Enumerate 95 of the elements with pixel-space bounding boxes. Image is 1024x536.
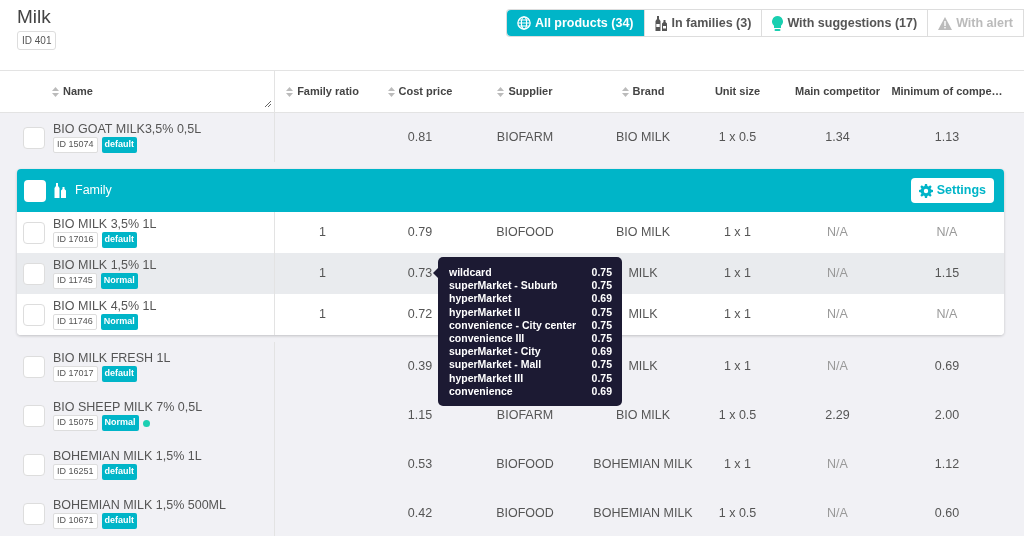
table-cell-text: 0.73 — [407, 265, 433, 283]
table-cell-text: 1 x 1 — [723, 456, 752, 474]
table-cell-text: 0.69 — [934, 358, 960, 376]
table-cell-text: BIOFOOD — [496, 456, 554, 474]
tooltip-label: superMarket - City — [449, 345, 541, 359]
table-cell-text: MILK — [628, 358, 658, 376]
tooltip-value: 0.75 — [591, 305, 612, 319]
product-id: ID 11745 — [53, 273, 97, 289]
product-name: BIO MILK 4,5% 1L — [53, 299, 157, 315]
family-label: Family — [75, 182, 112, 200]
table-cell-text: 2.29 — [825, 407, 850, 425]
table-cell-text: 1.12 — [934, 456, 960, 474]
product-id: ID 11746 — [53, 314, 97, 330]
product-name: BIO MILK 3,5% 1L — [53, 217, 157, 233]
table-cell-text: 1 x 1 — [723, 358, 752, 376]
product-name: BOHEMIAN MILK 1,5% 500ML — [53, 498, 226, 514]
status-tag: default — [101, 232, 138, 248]
table-cell-text: N/A — [827, 265, 848, 283]
table-cell-text: 1 x 1 — [723, 265, 752, 283]
table-cell-text: 1 x 1 — [723, 306, 752, 324]
product-name: BIO SHEEP MILK 7% 0,5L — [53, 400, 203, 416]
tooltip-label: convenience - City center — [449, 318, 577, 332]
table-cell-text: BIOFOOD — [496, 224, 554, 242]
tooltip-value: 0.75 — [591, 371, 612, 385]
table-cell-text: 1.34 — [825, 129, 850, 147]
table-cell-text: 0.60 — [934, 505, 960, 523]
table-cell-text: 0.72 — [407, 306, 433, 324]
table-cell-text: 0.81 — [407, 129, 433, 147]
table-cell-text: 1.15 — [934, 265, 960, 283]
table-cell-text: 0.42 — [407, 505, 433, 523]
page-title: Milk — [17, 6, 52, 28]
table-cell-text: N/A — [827, 224, 848, 242]
tooltip-value: 0.75 — [591, 279, 612, 293]
status-tag: default — [101, 366, 138, 382]
table-cell-text: 1.15 — [407, 407, 433, 425]
table-cell-text: 1 x 0.5 — [718, 505, 757, 523]
product-name: BOHEMIAN MILK 1,5% 1L — [53, 449, 202, 465]
table-cell-text: 1.13 — [934, 129, 960, 147]
table-cell-text: 1 — [319, 306, 326, 324]
status-tag: default — [101, 513, 138, 529]
table-cell-text: MILK — [628, 265, 658, 283]
table-cell-text: BIOFOOD — [496, 505, 554, 523]
table-cell-text: 1 x 0.5 — [718, 129, 757, 147]
tooltip-value: 0.69 — [591, 384, 612, 399]
table-cell-text: 1 x 0.5 — [718, 407, 757, 425]
product-name: BIO MILK 1,5% 1L — [53, 258, 157, 274]
table-cell-text: BIOFARM — [496, 407, 554, 425]
id-tag: ID 401 — [17, 31, 57, 50]
tooltip-label: hyperMarket II — [449, 305, 521, 319]
table-cell-text: MILK — [628, 306, 658, 324]
table-cell-text: BOHEMIAN MILK — [593, 456, 693, 474]
tooltip-value: 0.75 — [591, 332, 612, 346]
tooltip-label: superMarket - Mall — [449, 358, 542, 372]
tooltip-value: 0.75 — [591, 266, 612, 280]
table-cell-text: 0.53 — [407, 456, 433, 474]
table-cell-text: BIO MILK — [615, 129, 671, 147]
table-cell-text: BIOFARM — [496, 129, 554, 147]
table-cell-text: BOHEMIAN MILK — [593, 505, 693, 523]
product-id: ID 16251 — [53, 464, 98, 480]
table-cell-text: N/A — [936, 306, 958, 324]
product-id: ID 17016 — [53, 232, 98, 248]
status-tag: Normal — [101, 415, 139, 431]
table-cell-text: 1 — [319, 265, 326, 283]
table-cell-text: 1 — [319, 224, 326, 242]
table-cell-text: N/A — [827, 358, 848, 376]
tooltip-label: convenience — [449, 384, 513, 399]
table-cell-text: N/A — [827, 456, 848, 474]
status-tag: default — [101, 137, 138, 153]
tooltip-value: 0.75 — [591, 318, 612, 332]
status-tag: Normal — [100, 273, 138, 289]
tooltip-value: 0.69 — [591, 345, 612, 359]
product-id: ID 17017 — [53, 366, 98, 382]
tooltip-label: superMarket - Suburb — [449, 279, 558, 293]
status-tag: Normal — [100, 314, 138, 330]
table-cell-text: BIO MILK — [615, 224, 671, 242]
tooltip-label: hyperMarket III — [449, 371, 524, 385]
table-cell-text: BIO MILK — [615, 407, 671, 425]
tooltip-label: wildcard — [449, 266, 492, 280]
tooltip-label: hyperMarket — [449, 292, 512, 306]
table-cell-text: 2.00 — [934, 407, 960, 425]
product-id: ID 10671 — [53, 513, 98, 529]
product-name: BIO GOAT MILK3,5% 0,5L — [53, 122, 202, 138]
table-cell-text: 0.79 — [407, 224, 433, 242]
table-cell-text: N/A — [936, 224, 958, 242]
status-tag: default — [101, 464, 138, 480]
product-id: ID 15075 — [53, 415, 98, 431]
product-name: BIO MILK FRESH 1L — [53, 351, 171, 367]
table-cell-text: 0.39 — [407, 358, 433, 376]
table-cell-text: N/A — [827, 505, 848, 523]
product-id: ID 15074 — [53, 137, 98, 153]
tooltip-value: 0.75 — [591, 358, 612, 372]
table-cell-text: N/A — [827, 306, 848, 324]
tooltip-label: convenience III — [449, 332, 525, 346]
tooltip-value: 0.69 — [591, 292, 612, 306]
table-cell-text: 1 x 1 — [723, 224, 752, 242]
